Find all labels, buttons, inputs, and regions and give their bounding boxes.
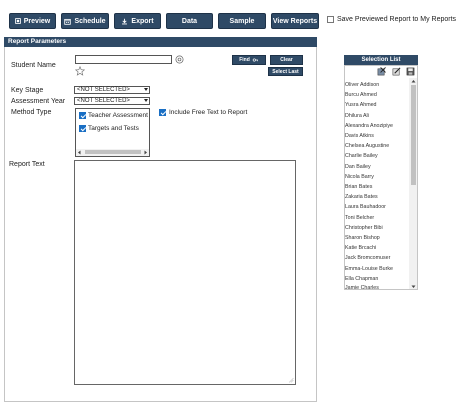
list-item[interactable]: Brian Bates bbox=[345, 182, 409, 192]
method-type-list[interactable]: Teacher Assessment Targets and Tests bbox=[75, 108, 150, 157]
chevron-down-icon bbox=[144, 99, 148, 102]
list-item[interactable]: Alexandra Anozipiye bbox=[345, 121, 409, 131]
view-reports-label: View Reports bbox=[272, 17, 318, 25]
list-item[interactable]: Dan Bailey bbox=[345, 162, 409, 172]
list-item[interactable]: Burcu Ahmed bbox=[345, 90, 409, 100]
export-label: Export bbox=[131, 17, 154, 25]
chevron-down-icon bbox=[144, 88, 148, 91]
calendar-icon bbox=[64, 18, 72, 25]
download-icon bbox=[122, 18, 128, 24]
assessment-year-select[interactable]: <NOT SELECTED> bbox=[74, 97, 150, 105]
list-item[interactable]: Emma-Louise Burke bbox=[345, 264, 409, 274]
preview-icon bbox=[14, 18, 21, 24]
assessment-year-value: <NOT SELECTED> bbox=[77, 98, 130, 104]
method-type-label-text: Targets and Tests bbox=[88, 125, 139, 132]
list-item[interactable]: Sharon Bishop bbox=[345, 233, 409, 243]
report-parameters-header: Report Parameters bbox=[4, 37, 317, 47]
student-name-input[interactable] bbox=[75, 55, 172, 64]
student-name-label: Student Name bbox=[11, 62, 56, 69]
list-item[interactable]: Oliver Addison bbox=[345, 80, 409, 90]
remove-selected-icon[interactable] bbox=[377, 67, 386, 76]
selection-list-header: Selection List bbox=[344, 55, 418, 65]
chevron-right-icon[interactable] bbox=[143, 150, 148, 155]
find-label: Find bbox=[239, 57, 250, 63]
select-last-label: Select Last bbox=[272, 68, 299, 75]
find-button[interactable]: Find bbox=[232, 55, 266, 65]
method-type-label: Method Type bbox=[11, 109, 52, 116]
list-item[interactable]: Nicola Barry bbox=[345, 172, 409, 182]
assessment-year-label: Assessment Year bbox=[11, 98, 66, 105]
list-item[interactable]: Katie Brcachi bbox=[345, 243, 409, 253]
selection-list-items[interactable]: Oliver Addison Burcu Ahmed Yusra Ahmed D… bbox=[345, 78, 409, 289]
include-free-text-checkbox[interactable] bbox=[159, 109, 166, 116]
include-free-text-label: Include Free Text to Report bbox=[169, 109, 248, 116]
list-item[interactable]: Dhilura Ali bbox=[345, 111, 409, 121]
save-previewed-option[interactable]: Save Previewed Report to My Reports bbox=[327, 16, 456, 23]
list-item[interactable]: Jack Bromcomuser bbox=[345, 253, 409, 263]
list-item[interactable]: Toni Belcher bbox=[345, 213, 409, 223]
preview-label: Preview bbox=[23, 17, 51, 25]
list-item[interactable]: Ella Chapman bbox=[345, 274, 409, 284]
schedule-label: Schedule bbox=[74, 17, 106, 25]
edit-list-icon[interactable] bbox=[392, 67, 401, 76]
chevron-up-icon[interactable] bbox=[411, 79, 416, 84]
report-parameters-title: Report Parameters bbox=[8, 38, 67, 45]
data-button[interactable]: Data bbox=[166, 13, 213, 29]
chevron-down-icon[interactable] bbox=[411, 284, 416, 289]
scrollbar-thumb[interactable] bbox=[85, 150, 141, 154]
save-icon[interactable] bbox=[406, 67, 415, 76]
list-item[interactable]: Christopher Bibi bbox=[345, 223, 409, 233]
sample-button[interactable]: Sample bbox=[218, 13, 266, 29]
save-previewed-checkbox[interactable] bbox=[327, 16, 334, 23]
resize-grip-icon[interactable] bbox=[288, 377, 294, 383]
method-type-item[interactable]: Targets and Tests bbox=[79, 125, 139, 132]
scrollbar-thumb[interactable] bbox=[410, 85, 416, 185]
chevron-left-icon[interactable] bbox=[77, 150, 82, 155]
vertical-scrollbar[interactable] bbox=[409, 78, 417, 289]
export-button[interactable]: Export bbox=[114, 13, 161, 29]
teacher-assessment-checkbox[interactable] bbox=[79, 112, 86, 119]
clear-button[interactable]: Clear bbox=[270, 55, 303, 65]
include-free-text-option[interactable]: Include Free Text to Report bbox=[159, 109, 247, 116]
selection-list-panel: Oliver Addison Burcu Ahmed Yusra Ahmed D… bbox=[344, 65, 418, 290]
list-item[interactable]: Laura Bauhadoor bbox=[345, 202, 409, 212]
report-text-area[interactable] bbox=[74, 160, 296, 385]
key-icon bbox=[252, 58, 258, 62]
method-type-label-text: Teacher Assessment bbox=[88, 112, 148, 119]
key-stage-value: <NOT SELECTED> bbox=[77, 87, 130, 93]
sample-label: Sample bbox=[229, 17, 255, 25]
preview-button[interactable]: Preview bbox=[9, 13, 56, 29]
schedule-button[interactable]: Schedule bbox=[61, 13, 109, 29]
horizontal-scrollbar[interactable] bbox=[76, 149, 149, 156]
list-item[interactable]: Davis Atkins bbox=[345, 131, 409, 141]
key-stage-label: Key Stage bbox=[11, 87, 44, 94]
selection-list-title: Selection List bbox=[361, 57, 401, 63]
view-reports-button[interactable]: View Reports bbox=[271, 13, 319, 29]
save-previewed-label: Save Previewed Report to My Reports bbox=[337, 16, 457, 23]
select-last-button[interactable]: Select Last bbox=[268, 67, 303, 76]
list-item[interactable]: Chelsea Augustine bbox=[345, 141, 409, 151]
list-item[interactable]: Jamie Charles bbox=[345, 284, 409, 289]
key-stage-select[interactable]: <NOT SELECTED> bbox=[74, 86, 150, 94]
list-item[interactable]: Charlie Bailey bbox=[345, 151, 409, 161]
method-type-item[interactable]: Teacher Assessment bbox=[79, 112, 148, 119]
list-item[interactable]: Yusra Ahmed bbox=[345, 100, 409, 110]
star-icon[interactable] bbox=[75, 66, 85, 76]
info-icon[interactable] bbox=[175, 55, 184, 64]
clear-label: Clear bbox=[280, 57, 293, 63]
targets-tests-checkbox[interactable] bbox=[79, 125, 86, 132]
data-label: Data bbox=[181, 17, 198, 25]
report-text-label: Report Text bbox=[9, 161, 45, 168]
list-item[interactable]: Zakaria Bates bbox=[345, 192, 409, 202]
